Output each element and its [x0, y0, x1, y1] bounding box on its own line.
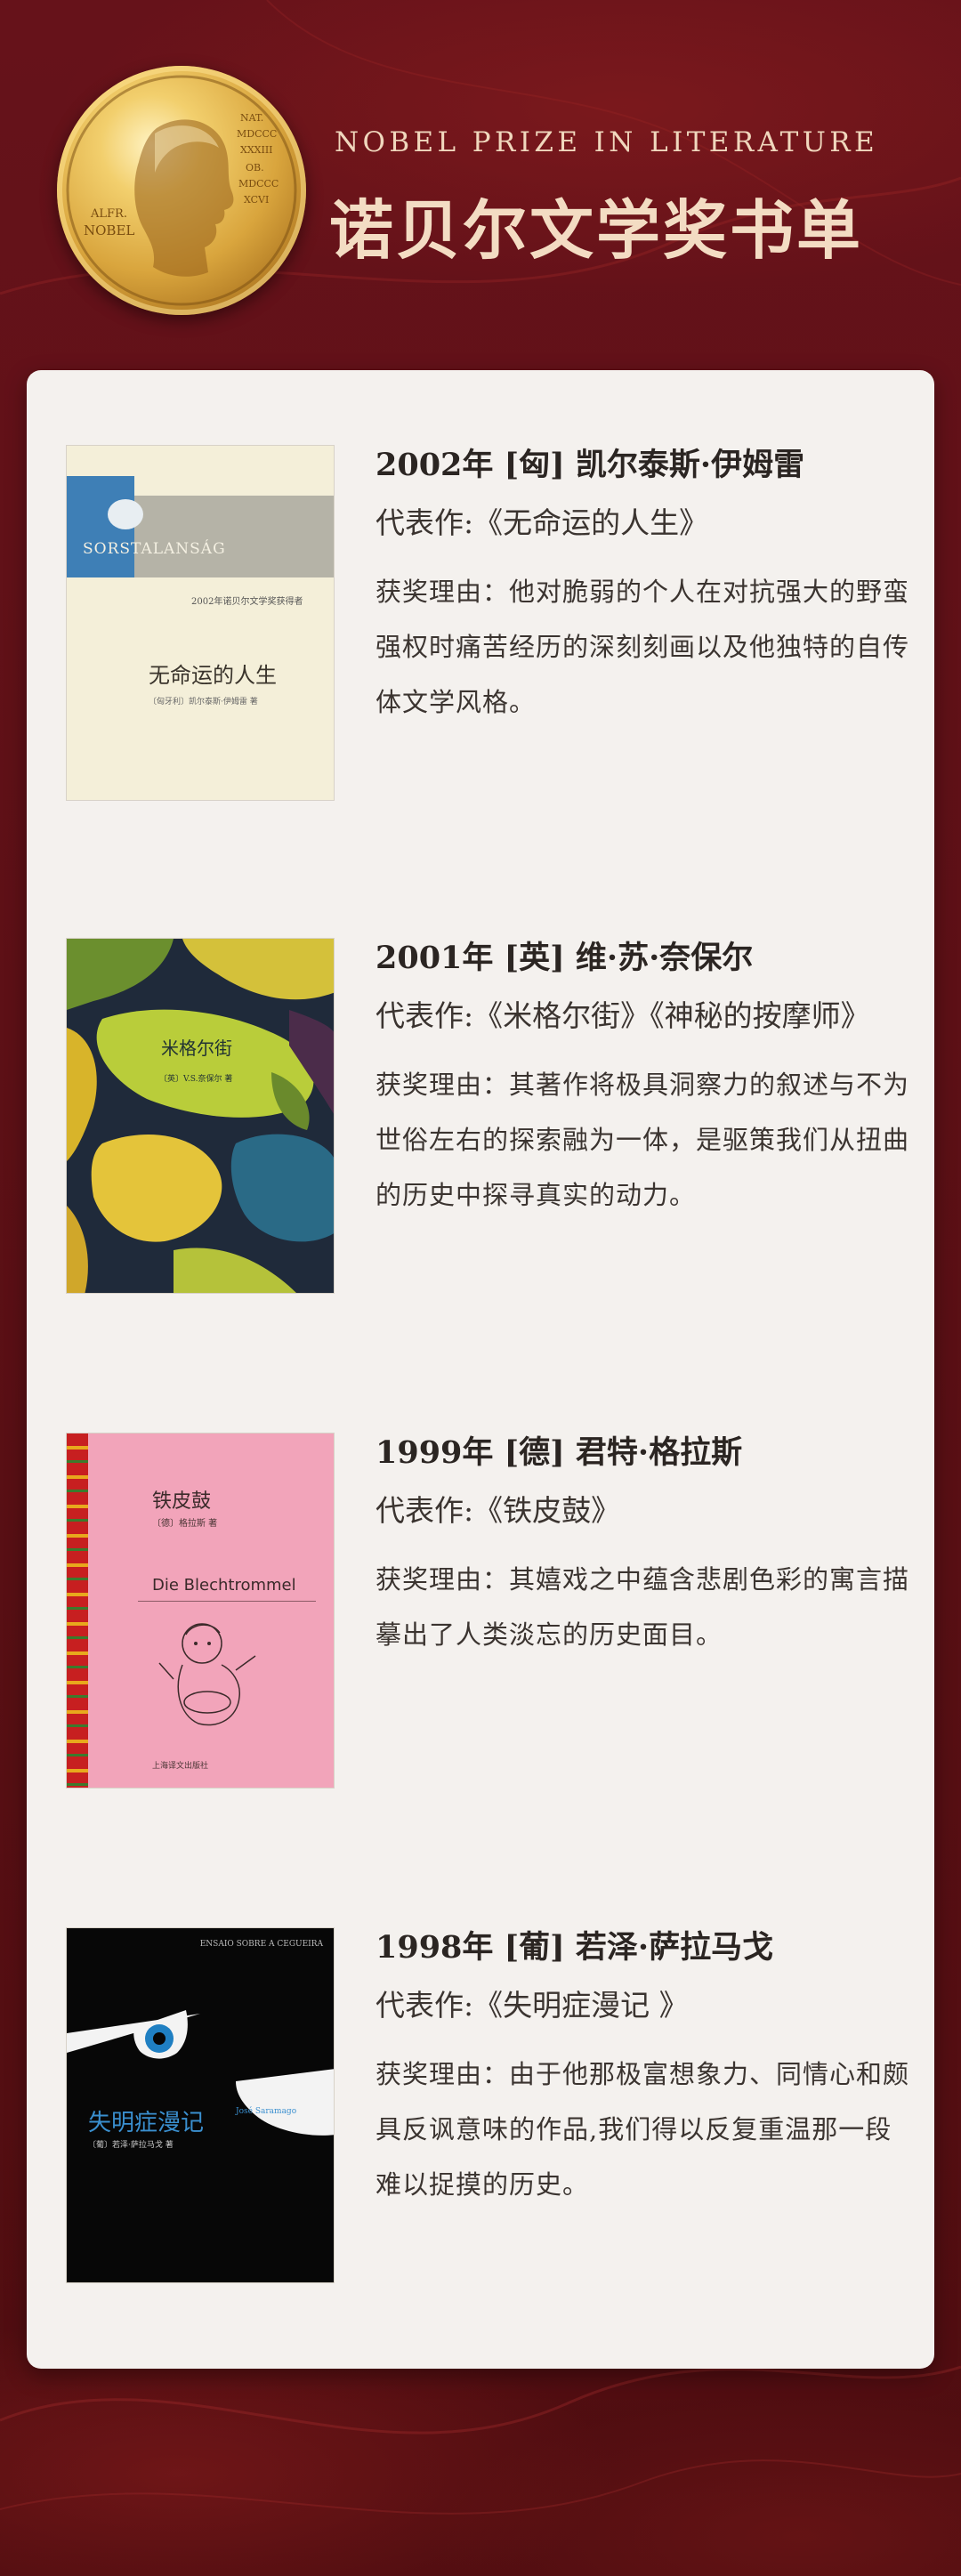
cover-original-title: ENSAIO SOBRE A CEGUEIRA: [199, 1940, 323, 1949]
medal-text-alfr: ALFR.: [90, 207, 127, 221]
cover-title: 米格尔街: [161, 1038, 232, 1059]
author-heading: 2001年 [英] 维·苏·奈保尔: [376, 940, 754, 976]
cover-title: 失明症漫记: [88, 2110, 205, 2136]
medal-text-ob: OB.: [246, 162, 264, 174]
representative-work: 代表作:《铁皮鼓》: [376, 1493, 621, 1528]
cover-publisher: 上海译文出版社: [152, 1762, 209, 1771]
book-entry-1999: 铁皮鼓 〔德〕格拉斯 著 Die Blechtrommel 上海译文出版社 19…: [27, 1433, 934, 1797]
medal-text-mdccc-1: MDCCC: [237, 128, 277, 140]
cover-note: 2002年诺贝尔文学奖获得者: [191, 597, 303, 607]
award-reason: 获奖理由：其嬉戏之中蕴含悲剧色彩的寓言描摹出了人类淡忘的历史面目。: [376, 1564, 910, 1650]
book-cover-sorstalansag: SORSTALANSÁG 2002年诺贝尔文学奖获得者 无命运的人生 〔匈牙利〕…: [66, 445, 335, 801]
book-info: 2001年 [英] 维·苏·奈保尔 代表作:《米格尔街》《神秘的按摩师》 获奖理…: [376, 938, 909, 1223]
book-cover-blindness: ENSAIO SOBRE A CEGUEIRA 失明症漫记 〔葡〕若泽·萨拉马戈…: [66, 1927, 335, 2283]
cover-original-title: Die Blechtrommel: [152, 1576, 296, 1595]
cover-title: 铁皮鼓: [152, 1490, 212, 1513]
award-reason: 获奖理由：他对脆弱的个人在对抗强大的野蛮强权时痛苦经历的深刻刻画以及他独特的自传…: [376, 577, 910, 717]
book-entry-2001: 米格尔街 〔英〕V.S.奈保尔 著 2001年 [英] 维·苏·奈保尔 代表作:…: [27, 938, 934, 1303]
author-heading: 2002年 [匈] 凯尔泰斯·伊姆雷: [376, 447, 805, 483]
cover-author: 〔英〕V.S.奈保尔 著: [159, 1073, 232, 1084]
award-reason: 获奖理由：其著作将极具洞察力的叙述与不为世俗左右的探索融为一体，是驱策我们从扭曲…: [376, 1070, 910, 1210]
medal-text-nat: NAT.: [240, 112, 263, 124]
book-cover-die-blechtrommel: 铁皮鼓 〔德〕格拉斯 著 Die Blechtrommel 上海译文出版社: [66, 1433, 335, 1789]
cover-author: 〔德〕格拉斯 著: [152, 1519, 218, 1529]
header: ALFR. NOBEL NAT. MDCCC XXXIII OB. MDCCC …: [0, 0, 961, 365]
cover-author: 〔匈牙利〕凯尔泰斯·伊姆雷 著: [149, 698, 258, 707]
medal-text-xxxiii: XXXIII: [240, 144, 273, 156]
nobel-medal-icon: ALFR. NOBEL NAT. MDCCC XXXIII OB. MDCCC …: [57, 66, 306, 315]
author-heading: 1999年 [德] 君特·格拉斯: [376, 1434, 743, 1471]
medal-text-mdccc-2: MDCCC: [238, 178, 279, 190]
book-list-card: SORSTALANSÁG 2002年诺贝尔文学奖获得者 无命运的人生 〔匈牙利〕…: [27, 370, 934, 2369]
cover-author: 〔葡〕若泽·萨拉马戈 著: [88, 2141, 174, 2150]
representative-work: 代表作:《米格尔街》《神秘的按摩师》: [376, 998, 870, 1033]
medal-text-nobel: NOBEL: [84, 222, 134, 238]
medal-text-xcvi: XCVI: [244, 194, 269, 206]
cover-author-en: José Saramago: [236, 2107, 297, 2116]
page-title: 诺贝尔文学奖书单: [329, 192, 864, 268]
author-heading: 1998年 [葡] 若泽·萨拉马戈: [376, 1929, 774, 1966]
book-entry-1998: ENSAIO SOBRE A CEGUEIRA 失明症漫记 〔葡〕若泽·萨拉马戈…: [27, 1927, 934, 2292]
drummer-sketch-icon: [158, 1623, 256, 1726]
cover-title: 无命运的人生: [149, 663, 277, 688]
book-entry-2002: SORSTALANSÁG 2002年诺贝尔文学奖获得者 无命运的人生 〔匈牙利〕…: [27, 445, 934, 810]
book-cover-miguel-street: 米格尔街 〔英〕V.S.奈保尔 著: [66, 938, 335, 1294]
cover-original-title: SORSTALANSÁG: [83, 540, 226, 558]
award-reason: 获奖理由：由于他那极富想象力、同情心和颇具反讽意味的作品,我们得以反复重温那一段…: [376, 2059, 910, 2200]
book-info: 2002年 [匈] 凯尔泰斯·伊姆雷 代表作:《无命运的人生》 获奖理由：他对脆…: [376, 445, 909, 730]
book-info: 1998年 [葡] 若泽·萨拉马戈 代表作:《失明症漫记 》 获奖理由：由于他那…: [376, 1927, 909, 2212]
subtitle-en: NOBEL PRIZE IN LITERATURE: [335, 126, 879, 158]
book-info: 1999年 [德] 君特·格拉斯 代表作:《铁皮鼓》 获奖理由：其嬉戏之中蕴含悲…: [376, 1433, 909, 1662]
representative-work: 代表作:《无命运的人生》: [376, 505, 709, 540]
representative-work: 代表作:《失明症漫记 》: [376, 1988, 689, 2023]
